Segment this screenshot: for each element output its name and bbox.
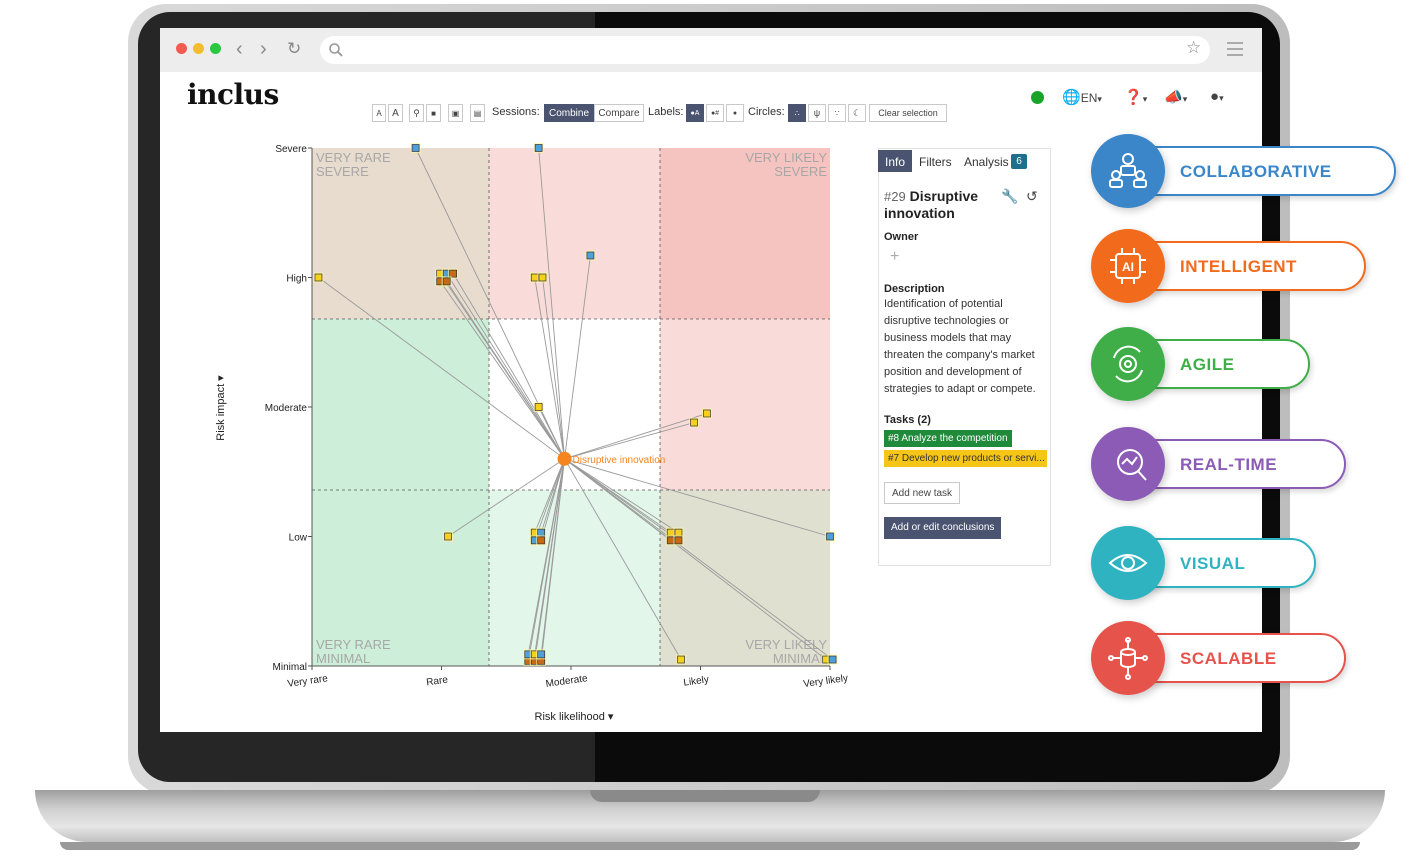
x-tick-label: Very rare xyxy=(287,673,329,690)
y-tick-label: High xyxy=(286,274,307,285)
risk-point xyxy=(826,532,834,541)
x-tick-label: Moderate xyxy=(545,673,589,690)
y-tick-label: Low xyxy=(289,533,308,544)
tab-filters[interactable]: Filters xyxy=(919,155,952,169)
task-item[interactable]: #7 Develop new products or servi... xyxy=(884,450,1047,467)
quadrant-label: VERY LIKELY xyxy=(745,637,827,652)
quadrant-label: VERY LIKELY xyxy=(745,150,827,165)
quadrant-label: VERY RARE xyxy=(316,637,391,652)
risk-point xyxy=(666,528,675,537)
quadrant-label: MINIMAL xyxy=(773,651,827,666)
risk-point xyxy=(534,144,543,152)
risk-point xyxy=(828,655,837,664)
risk-point xyxy=(442,277,451,286)
x-tick-label: Very likely xyxy=(803,673,849,690)
selected-risk-label: Disruptive innovation xyxy=(573,455,666,466)
eye-icon xyxy=(1091,526,1165,600)
analysis-count-badge: 6 xyxy=(1011,154,1027,169)
risk-point xyxy=(537,528,546,537)
quadrant-label: SEVERE xyxy=(774,164,827,179)
y-tick-label: Severe xyxy=(275,144,307,155)
risk-point xyxy=(530,273,539,282)
quadrant-label: MINIMAL xyxy=(316,651,370,666)
add-task-button[interactable]: Add new task xyxy=(884,482,961,504)
tab-analysis[interactable]: Analysis xyxy=(964,155,1009,169)
add-owner-button[interactable]: + xyxy=(890,248,899,266)
x-axis-title: Risk likelihood ▾ xyxy=(535,711,614,723)
risk-point xyxy=(449,269,458,278)
selected-risk-point xyxy=(557,451,572,466)
risk-point xyxy=(677,655,685,664)
analytics-search-icon xyxy=(1091,427,1165,501)
risk-zone xyxy=(660,319,830,490)
description-label: Description xyxy=(884,283,945,295)
risk-point xyxy=(674,536,683,545)
risk-zone xyxy=(489,490,660,666)
y-tick-label: Moderate xyxy=(265,403,308,414)
svg-text:AI: AI xyxy=(1122,260,1134,274)
feature-label: INTELLIGENT xyxy=(1180,257,1297,276)
wrench-icon[interactable]: 🔧 xyxy=(1001,188,1018,205)
risk-point xyxy=(586,251,595,260)
feature-label: VISUAL xyxy=(1180,554,1246,573)
risk-title: #29 Disruptive innovation xyxy=(884,188,1009,222)
tab-info[interactable]: Info xyxy=(885,155,905,169)
ai-chip-icon: AI xyxy=(1091,229,1165,303)
risk-point xyxy=(411,144,420,152)
risk-point xyxy=(537,650,546,659)
risk-id: #29 xyxy=(884,189,906,204)
people-network-icon xyxy=(1091,134,1165,208)
database-network-icon xyxy=(1091,621,1165,695)
task-item[interactable]: #8 Analyze the competition xyxy=(884,430,1012,447)
add-conclusions-button[interactable]: Add or edit conclusions xyxy=(884,517,1002,539)
risk-point xyxy=(674,528,683,537)
description-text: Identification of potential disruptive t… xyxy=(884,298,1036,395)
history-icon[interactable]: ↺ xyxy=(1026,188,1038,205)
y-axis-title: Risk impact ▾ xyxy=(215,375,227,441)
risk-point xyxy=(666,536,675,545)
laptop-notch xyxy=(590,790,820,802)
feature-label: AGILE xyxy=(1180,355,1235,374)
x-tick-label: Rare xyxy=(426,675,449,689)
x-tick-label: Likely xyxy=(683,674,710,688)
feature-label: REAL-TIME xyxy=(1180,455,1278,474)
risk-point xyxy=(444,532,452,541)
risk-point xyxy=(703,409,711,418)
risk-point xyxy=(690,418,698,427)
owner-label: Owner xyxy=(884,231,919,243)
risk-point xyxy=(314,273,323,282)
y-tick-label: Minimal xyxy=(273,662,307,673)
quadrant-label: VERY RARE xyxy=(316,150,391,165)
gear-cycle-icon xyxy=(1091,327,1165,401)
risk-zone xyxy=(489,148,660,319)
risk-point xyxy=(537,536,546,545)
feature-label: COLLABORATIVE xyxy=(1180,162,1332,181)
risk-zone xyxy=(312,319,489,490)
risk-point xyxy=(534,403,543,411)
feature-label: SCALABLE xyxy=(1180,649,1277,668)
risk-point xyxy=(538,273,547,282)
laptop-foot xyxy=(60,842,1360,850)
quadrant-label: SEVERE xyxy=(316,164,369,179)
tasks-label: Tasks (2) xyxy=(884,414,931,426)
